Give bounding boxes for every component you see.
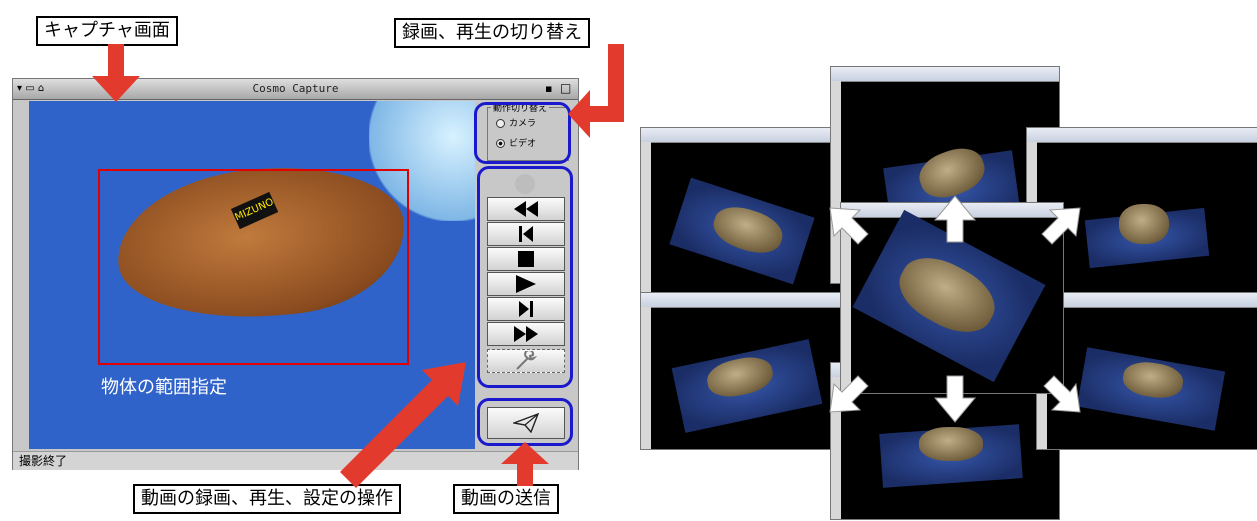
window-minimize-icon[interactable]: ▪ <box>545 82 552 95</box>
send-arrow-icon <box>501 442 549 486</box>
callout-mode-switch: 録画、再生の切り替え <box>394 18 590 48</box>
selection-rectangle[interactable] <box>98 169 409 365</box>
rotation-arrows-icon <box>829 195 1081 423</box>
callout-controls: 動画の録画、再生、設定の操作 <box>133 484 401 514</box>
mode-highlight <box>474 102 571 164</box>
callout-send: 動画の送信 <box>453 484 559 514</box>
callout-capture-screen: キャプチャ画面 <box>36 16 178 46</box>
mode-switch-arrow-icon <box>568 44 624 138</box>
controls-highlight <box>477 166 573 388</box>
status-bar: 撮影終了 <box>13 451 578 470</box>
send-highlight <box>477 398 573 446</box>
multi-view-composite <box>640 66 1257 521</box>
status-text: 撮影終了 <box>19 454 68 468</box>
range-label: 物体の範囲指定 <box>101 377 227 398</box>
controls-arrow-icon <box>340 362 466 488</box>
capture-screen-arrow-icon <box>92 44 140 102</box>
